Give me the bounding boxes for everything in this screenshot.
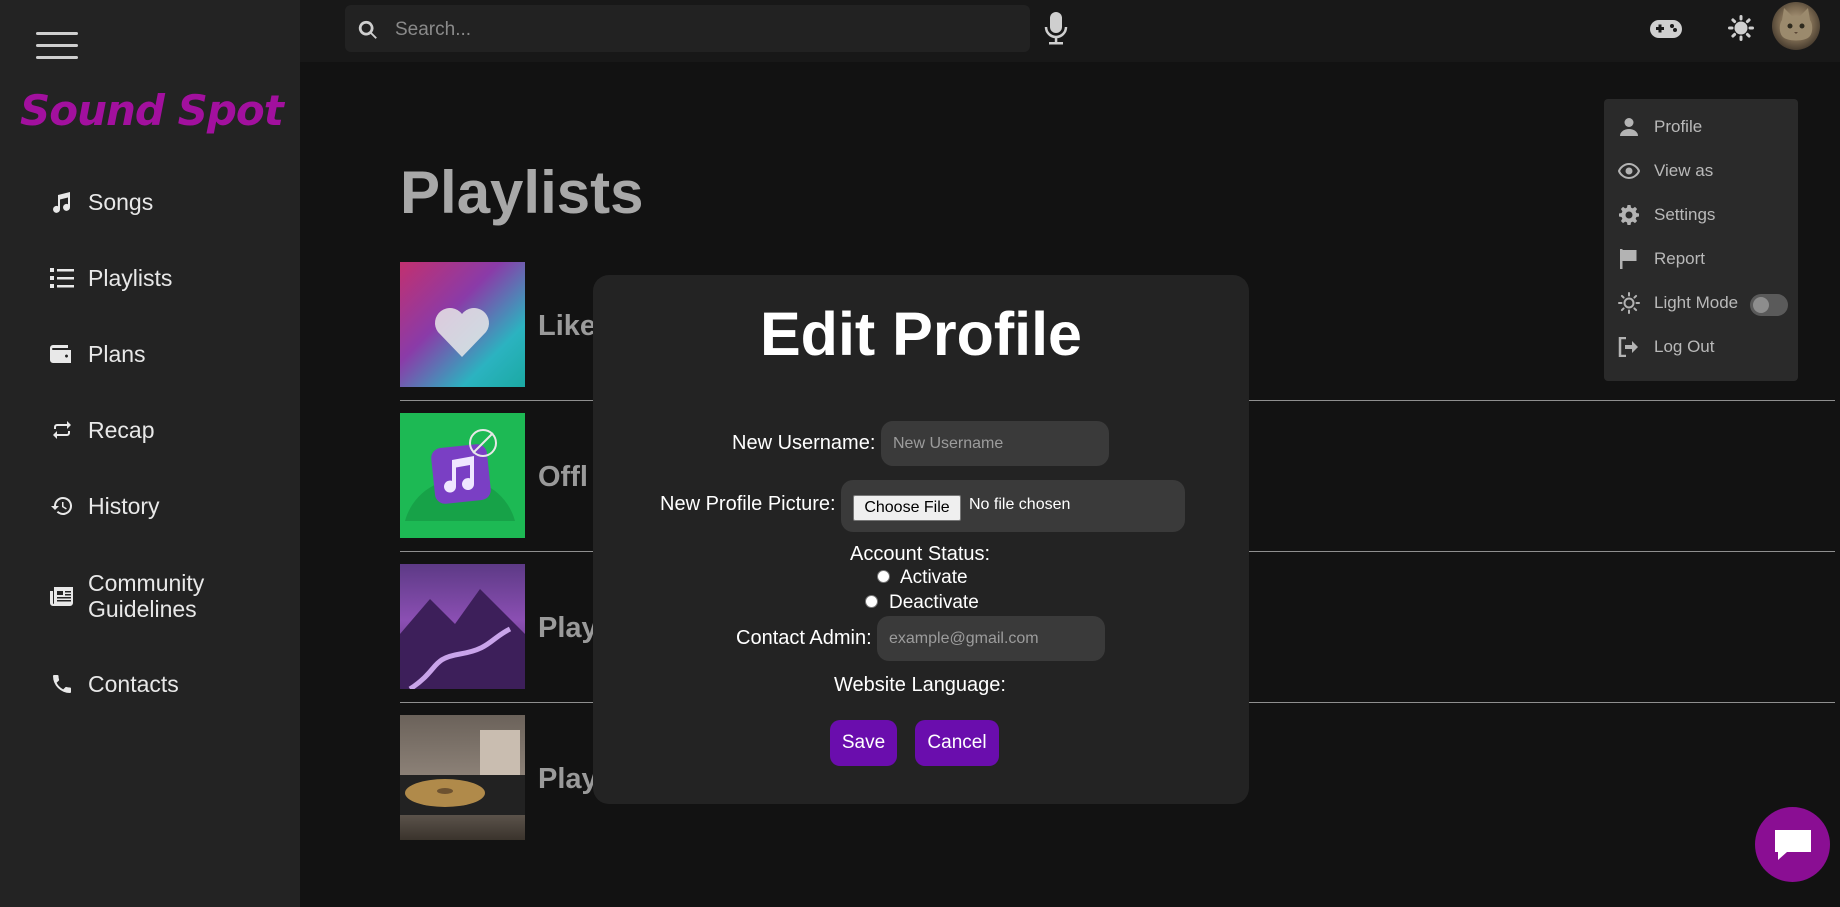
playlist-thumbnail [400, 715, 525, 840]
offline-music-icon [405, 429, 515, 521]
sidebar-item-label: Playlists [88, 264, 173, 291]
menu-item-label: Profile [1654, 117, 1703, 136]
page-title: Playlists [400, 159, 644, 226]
heart-icon [435, 308, 489, 357]
eye-icon [1618, 160, 1640, 182]
playlist-name: Play [538, 763, 598, 795]
menu-item-log-out[interactable]: Log Out [1618, 336, 1715, 358]
search-icon [358, 20, 377, 39]
mountains-image [400, 589, 525, 692]
light-mode-toggle[interactable] [1750, 294, 1788, 316]
gear-icon [1618, 204, 1640, 226]
activate-radio[interactable] [877, 570, 890, 583]
playlist-name: Play [538, 612, 598, 644]
choose-file-button[interactable]: Choose File [853, 495, 961, 521]
username-label: New Username: [732, 432, 876, 454]
cancel-button[interactable]: Cancel [915, 720, 999, 766]
sidebar-item-songs[interactable]: Songs [48, 188, 153, 216]
user-icon [1618, 116, 1640, 138]
playlist-name: Offl [538, 461, 588, 493]
sidebar-item-playlists[interactable]: Playlists [48, 264, 172, 292]
repeat-icon [48, 416, 76, 444]
sidebar-item-history[interactable]: History [48, 492, 160, 520]
profile-dropdown-menu: Profile View as Settings Report Light Mo… [1604, 99, 1798, 381]
list-icon [48, 264, 76, 292]
playlist-name: Like [538, 310, 597, 342]
toggle-knob [1753, 297, 1769, 313]
sidebar-item-label-line2: Guidelines [88, 596, 197, 622]
deactivate-label: Deactivate [889, 592, 979, 613]
logo[interactable]: Sound Spot [20, 86, 284, 135]
sidebar-item-label: Community Guidelines [88, 570, 204, 622]
menu-item-label: Report [1654, 249, 1706, 268]
edit-profile-modal: Edit Profile New Username: New Profile P… [593, 275, 1249, 804]
menu-item-label: Log Out [1654, 337, 1715, 356]
sidebar-item-label: Songs [88, 188, 154, 215]
menu-item-profile[interactable]: Profile [1618, 116, 1702, 138]
contact-admin-label: Contact Admin: [736, 627, 872, 649]
music-note-icon [48, 188, 76, 216]
newspaper-icon [48, 582, 76, 610]
sidebar-item-label: Plans [88, 340, 146, 367]
menu-item-view-as[interactable]: View as [1618, 160, 1713, 182]
search-input[interactable] [393, 5, 1017, 54]
sidebar-item-community-guidelines[interactable]: Community Guidelines [48, 570, 204, 622]
avatar[interactable] [1772, 2, 1820, 50]
activate-label: Activate [900, 567, 968, 588]
search-bar[interactable] [345, 5, 1030, 54]
sidebar-item-plans[interactable]: Plans [48, 340, 146, 368]
wallet-icon [48, 340, 76, 368]
username-input[interactable] [881, 421, 1109, 466]
sidebar-item-label-line1: Community [88, 570, 205, 596]
modal-title: Edit Profile [760, 300, 1082, 368]
phone-icon [48, 670, 76, 698]
save-button[interactable]: Save [830, 720, 897, 766]
deactivate-radio[interactable] [865, 595, 878, 608]
sidebar-item-contacts[interactable]: Contacts [48, 670, 179, 698]
sidebar-item-recap[interactable]: Recap [48, 416, 154, 444]
chat-icon [1775, 830, 1811, 860]
profile-picture-label: New Profile Picture: [660, 493, 836, 515]
sidebar-item-label: Recap [88, 416, 155, 443]
logout-icon [1618, 336, 1640, 358]
chat-button[interactable] [1755, 807, 1830, 882]
playlist-thumbnail [400, 564, 525, 692]
history-icon [48, 492, 76, 520]
menu-item-label: View as [1654, 161, 1714, 180]
sidebar: Sound Spot Songs Playlists Plans Recap H… [0, 0, 300, 907]
menu-item-light-mode: Light Mode [1618, 292, 1738, 314]
profile-picture-field: Choose File No file chosen [841, 480, 1185, 532]
hamburger-menu-icon[interactable] [36, 32, 78, 62]
playlist-thumbnail [400, 262, 525, 387]
sun-outline-icon [1618, 292, 1640, 314]
sun-icon[interactable] [1728, 15, 1754, 41]
sidebar-item-label: History [88, 492, 160, 519]
cat-avatar-icon [1779, 8, 1813, 41]
menu-item-label: Settings [1654, 205, 1716, 224]
playlist-thumbnail [400, 413, 525, 538]
website-language-label: Website Language: [834, 674, 1006, 696]
contact-admin-input[interactable] [877, 616, 1105, 661]
sidebar-item-label: Contacts [88, 670, 179, 697]
menu-item-settings[interactable]: Settings [1618, 204, 1715, 226]
record-player-image [400, 730, 525, 815]
gamepad-icon[interactable] [1650, 18, 1682, 40]
microphone-icon[interactable] [1044, 12, 1068, 46]
menu-item-report[interactable]: Report [1618, 248, 1705, 270]
account-status-label: Account Status: [850, 543, 991, 565]
file-status: No file chosen [969, 496, 1071, 513]
menu-item-label: Light Mode [1654, 293, 1739, 312]
flag-icon [1618, 248, 1640, 270]
